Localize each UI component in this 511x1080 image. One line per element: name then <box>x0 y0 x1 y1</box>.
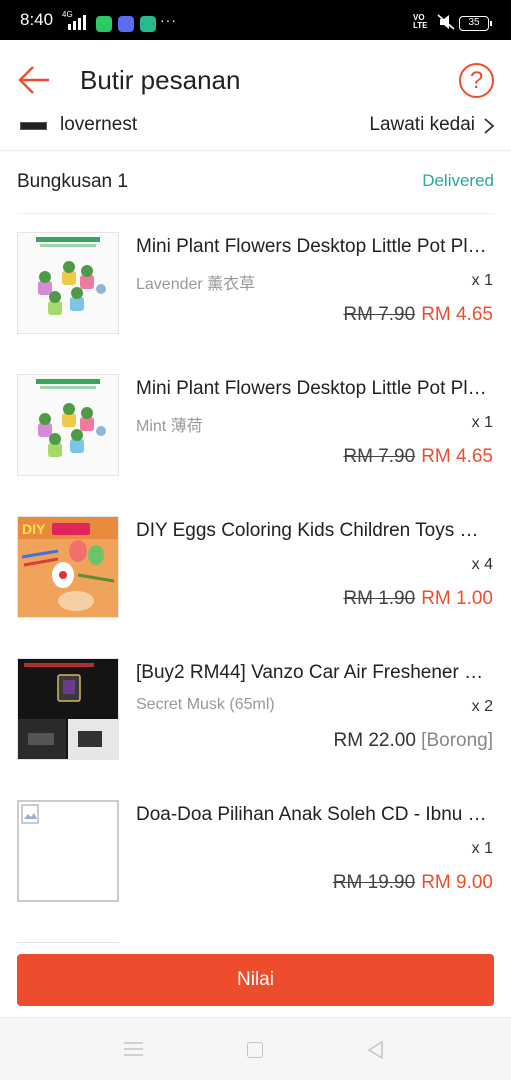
price-note: [Borong] <box>421 730 493 751</box>
order-item[interactable]: DIY DIY Eggs Coloring Kids Children Toys… <box>0 516 511 626</box>
item-name: DIY Eggs Coloring Kids Children Toys Cra… <box>136 520 491 541</box>
item-price: RM 19.90 RM 9.00 <box>333 872 493 894</box>
package-title: Bungkusan 1 <box>17 171 128 192</box>
item-quantity: x 1 <box>471 414 493 431</box>
item-quantity: x 1 <box>471 272 493 289</box>
shop-row[interactable]: lovernest Lawati kedai <box>0 112 511 150</box>
item-name: Doa-Doa Pilihan Anak Soleh CD - Ibnu Sin… <box>136 804 491 825</box>
help-icon[interactable]: ? <box>459 63 494 98</box>
item-variant: Secret Musk (65ml) <box>136 696 275 713</box>
discounted-price: RM 4.65 <box>421 304 493 325</box>
page-title: Butir pesanan <box>80 65 241 95</box>
back-arrow-icon[interactable] <box>18 65 50 95</box>
delivery-status: Delivered <box>422 171 494 190</box>
item-quantity: x 4 <box>471 556 493 573</box>
store-app-icon <box>140 16 156 32</box>
item-price: RM 7.90 RM 4.65 <box>343 304 493 326</box>
item-name: Mini Plant Flowers Desktop Little Pot Pl… <box>136 378 491 399</box>
item-variant: Lavender 薰衣草 <box>136 276 256 293</box>
item-name: Mini Plant Flowers Desktop Little Pot Pl… <box>136 236 491 257</box>
order-item[interactable]: [Buy2 RM44] Vanzo Car Air Freshener Crys… <box>0 658 511 768</box>
battery-icon: 35 <box>459 16 492 31</box>
rate-button[interactable]: Nilai <box>17 954 494 1006</box>
original-price: RM 7.90 <box>343 304 416 325</box>
item-price: RM 7.90 RM 4.65 <box>343 446 493 468</box>
order-item[interactable]: Mini Plant Flowers Desktop Little Pot Pl… <box>0 374 511 484</box>
item-quantity: x 1 <box>471 840 493 857</box>
system-nav-bar <box>0 1017 511 1080</box>
potted-plants-image <box>17 232 119 334</box>
divider <box>17 213 494 214</box>
photos-app-icon <box>118 16 134 32</box>
mute-icon <box>437 14 455 30</box>
original-price: RM 1.90 <box>343 588 416 609</box>
order-item[interactable]: Doa-Doa Pilihan Anak Soleh CD - Ibnu Sin… <box>0 800 511 910</box>
nav-back-icon[interactable] <box>366 1040 386 1060</box>
more-notifications-icon: ··· <box>160 12 177 28</box>
status-time: 8:40 <box>20 10 54 29</box>
package-card: Bungkusan 1 Delivered Mini Plant Flowers… <box>0 150 511 945</box>
item-variant: Mint 薄荷 <box>136 418 203 435</box>
discounted-price: RM 4.65 <box>421 446 493 467</box>
item-price: RM 1.90 RM 1.00 <box>343 588 493 610</box>
order-item[interactable]: Mini Plant Flowers Desktop Little Pot Pl… <box>0 232 511 342</box>
signal-icon: 4G <box>62 10 88 30</box>
item-name: [Buy2 RM44] Vanzo Car Air Freshener Crys… <box>136 662 491 683</box>
home-icon[interactable] <box>247 1042 263 1058</box>
air-freshener-image <box>17 658 119 760</box>
network-type: 4G <box>62 10 73 19</box>
svg-text:DIY: DIY <box>22 521 46 537</box>
egg-coloring-image: DIY <box>17 516 119 618</box>
broken-image-icon <box>17 800 119 902</box>
unit-price: RM 22.00 <box>333 730 416 751</box>
original-price: RM 19.90 <box>332 872 416 893</box>
menu-icon[interactable] <box>124 1042 143 1056</box>
visit-shop-link[interactable]: Lawati kedai <box>369 114 475 136</box>
shop-name: lovernest <box>60 114 138 135</box>
header: Butir pesanan ? <box>0 40 511 120</box>
volte-icon: VO LTE <box>413 13 428 30</box>
original-price: RM 7.90 <box>343 446 416 467</box>
chevron-right-icon <box>484 118 495 134</box>
bottom-action-bar: Nilai <box>0 945 511 1017</box>
status-bar: 8:40 4G ··· VO LTE 35 <box>0 0 511 40</box>
chat-app-icon <box>96 16 112 32</box>
discounted-price: RM 1.00 <box>421 588 493 609</box>
discounted-price: RM 9.00 <box>421 872 493 893</box>
shop-logo <box>20 122 47 130</box>
item-quantity: x 2 <box>471 698 493 715</box>
item-price: RM 22.00 [Borong] <box>334 730 493 752</box>
potted-plants-image <box>17 374 119 476</box>
